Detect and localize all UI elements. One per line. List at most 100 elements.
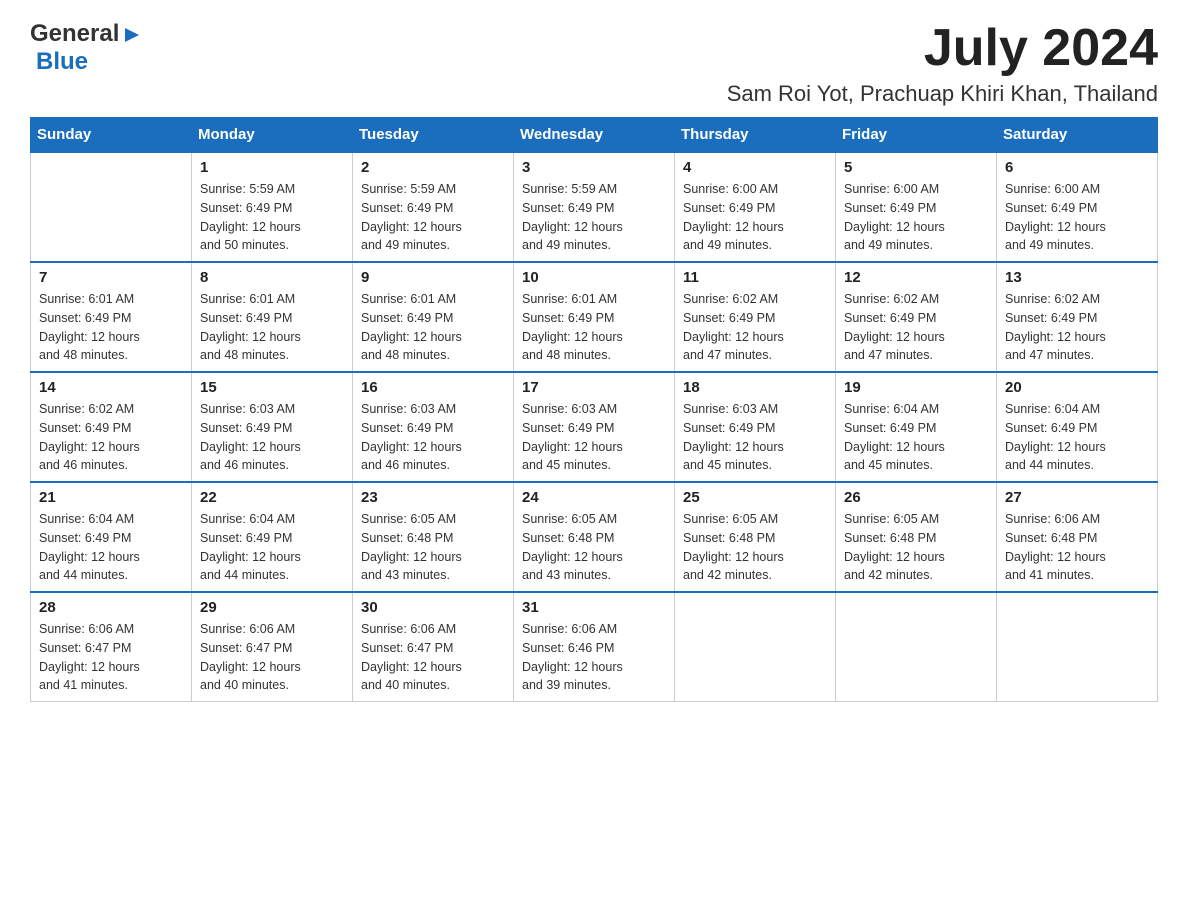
- day-number: 26: [844, 489, 988, 506]
- calendar-cell: 14Sunrise: 6:02 AMSunset: 6:49 PMDayligh…: [31, 372, 192, 482]
- day-number: 9: [361, 269, 505, 286]
- calendar-cell: 28Sunrise: 6:06 AMSunset: 6:47 PMDayligh…: [31, 592, 192, 702]
- calendar-cell: 18 Sunrise: 6:03 AMSunset: 6:49 PMDayligh…: [675, 372, 836, 482]
- calendar-cell: 3 Sunrise: 5:59 AMSunset: 6:49 PMDaylight…: [514, 152, 675, 262]
- logo-general-text: General: [30, 20, 119, 48]
- page-header: General Blue July 2024 Sam Roi Yot, Prac…: [30, 20, 1158, 107]
- day-info: Sunrise: 6:05 AMSunset: 6:48 PMDaylight:…: [361, 510, 505, 585]
- calendar-cell: 23 Sunrise: 6:05 AMSunset: 6:48 PMDayligh…: [353, 482, 514, 592]
- day-header-tuesday: Tuesday: [353, 118, 514, 153]
- day-info: Sunrise: 5:59 AMSunset: 6:49 PMDaylight:…: [522, 180, 666, 255]
- day-number: 29: [200, 599, 344, 616]
- month-title: July 2024: [727, 20, 1158, 77]
- calendar-header-row: SundayMondayTuesdayWednesdayThursdayFrid…: [31, 118, 1158, 153]
- calendar-cell: 1Sunrise: 5:59 AMSunset: 6:49 PMDaylight…: [192, 152, 353, 262]
- calendar-cell: 19Sunrise: 6:04 AMSunset: 6:49 PMDayligh…: [836, 372, 997, 482]
- day-info: Sunrise: 6:06 AMSunset: 6:46 PMDaylight:…: [522, 620, 666, 695]
- day-info: Sunrise: 5:59 AMSunset: 6:49 PMDaylight:…: [361, 180, 505, 255]
- calendar-cell: 9 Sunrise: 6:01 AMSunset: 6:49 PMDaylight…: [353, 262, 514, 372]
- day-number: 20: [1005, 379, 1149, 396]
- day-number: 6: [1005, 159, 1149, 176]
- day-info: Sunrise: 6:06 AMSunset: 6:48 PMDaylight:…: [1005, 510, 1149, 585]
- day-number: 30: [361, 599, 505, 616]
- title-block: July 2024 Sam Roi Yot, Prachuap Khiri Kh…: [727, 20, 1158, 107]
- calendar-cell: 27 Sunrise: 6:06 AMSunset: 6:48 PMDayligh…: [997, 482, 1158, 592]
- calendar-table: SundayMondayTuesdayWednesdayThursdayFrid…: [30, 117, 1158, 702]
- day-info: Sunrise: 6:04 AMSunset: 6:49 PMDaylight:…: [844, 400, 988, 475]
- day-header-sunday: Sunday: [31, 118, 192, 153]
- day-header-monday: Monday: [192, 118, 353, 153]
- day-info: Sunrise: 6:03 AMSunset: 6:49 PMDaylight:…: [200, 400, 344, 475]
- day-info: Sunrise: 6:00 AMSunset: 6:49 PMDaylight:…: [1005, 180, 1149, 255]
- calendar-cell: 7 Sunrise: 6:01 AMSunset: 6:49 PMDaylight…: [31, 262, 192, 372]
- day-number: 23: [361, 489, 505, 506]
- day-number: 28: [39, 599, 183, 616]
- day-info: Sunrise: 5:59 AMSunset: 6:49 PMDaylight:…: [200, 180, 344, 255]
- day-number: 15: [200, 379, 344, 396]
- day-info: Sunrise: 6:06 AMSunset: 6:47 PMDaylight:…: [200, 620, 344, 695]
- day-info: Sunrise: 6:05 AMSunset: 6:48 PMDaylight:…: [683, 510, 827, 585]
- calendar-cell: 4 Sunrise: 6:00 AMSunset: 6:49 PMDaylight…: [675, 152, 836, 262]
- day-number: 24: [522, 489, 666, 506]
- calendar-cell: 20 Sunrise: 6:04 AMSunset: 6:49 PMDayligh…: [997, 372, 1158, 482]
- calendar-cell: 21Sunrise: 6:04 AMSunset: 6:49 PMDayligh…: [31, 482, 192, 592]
- logo: General Blue: [30, 20, 143, 76]
- day-number: 25: [683, 489, 827, 506]
- day-number: 12: [844, 269, 988, 286]
- calendar-cell: 29 Sunrise: 6:06 AMSunset: 6:47 PMDayligh…: [192, 592, 353, 702]
- day-number: 5: [844, 159, 988, 176]
- day-number: 7: [39, 269, 183, 286]
- day-header-friday: Friday: [836, 118, 997, 153]
- day-header-thursday: Thursday: [675, 118, 836, 153]
- day-info: Sunrise: 6:04 AMSunset: 6:49 PMDaylight:…: [1005, 400, 1149, 475]
- week-row-4: 21Sunrise: 6:04 AMSunset: 6:49 PMDayligh…: [31, 482, 1158, 592]
- day-info: Sunrise: 6:01 AMSunset: 6:49 PMDaylight:…: [361, 290, 505, 365]
- week-row-5: 28 Sunrise: 6:06 AMSunset: 6:47 PMDayligh…: [31, 592, 1158, 702]
- week-row-3: 14Sunrise: 6:02 AMSunset: 6:49 PMDayligh…: [31, 372, 1158, 482]
- day-number: 10: [522, 269, 666, 286]
- calendar-cell: 24 Sunrise: 6:05 AMSunset: 6:48 PMDayligh…: [514, 482, 675, 592]
- week-row-2: 7 Sunrise: 6:01 AMSunset: 6:49 PMDaylight…: [31, 262, 1158, 372]
- day-info: Sunrise: 6:05 AMSunset: 6:48 PMDaylight:…: [522, 510, 666, 585]
- day-info: Sunrise: 6:04 AMSunset: 6:49 PMDaylight:…: [39, 510, 183, 585]
- day-info: Sunrise: 6:03 AMSunset: 6:49 PMDaylight:…: [683, 400, 827, 475]
- day-header-saturday: Saturday: [997, 118, 1158, 153]
- calendar-cell: 6 Sunrise: 6:00 AMSunset: 6:49 PMDaylight…: [997, 152, 1158, 262]
- calendar-cell: 8Sunrise: 6:01 AMSunset: 6:49 PMDaylight…: [192, 262, 353, 372]
- day-number: 31: [522, 599, 666, 616]
- calendar-cell: [31, 152, 192, 262]
- day-info: Sunrise: 6:05 AMSunset: 6:48 PMDaylight:…: [844, 510, 988, 585]
- day-info: Sunrise: 6:02 AMSunset: 6:49 PMDaylight:…: [1005, 290, 1149, 365]
- location-title: Sam Roi Yot, Prachuap Khiri Khan, Thaila…: [727, 81, 1158, 107]
- logo-blue-text: Blue: [36, 48, 88, 76]
- day-number: 2: [361, 159, 505, 176]
- calendar-cell: 13 Sunrise: 6:02 AMSunset: 6:49 PMDayligh…: [997, 262, 1158, 372]
- calendar-cell: 16 Sunrise: 6:03 AMSunset: 6:49 PMDayligh…: [353, 372, 514, 482]
- day-info: Sunrise: 6:02 AMSunset: 6:49 PMDaylight:…: [844, 290, 988, 365]
- day-number: 22: [200, 489, 344, 506]
- calendar-cell: 25 Sunrise: 6:05 AMSunset: 6:48 PMDayligh…: [675, 482, 836, 592]
- week-row-1: 1Sunrise: 5:59 AMSunset: 6:49 PMDaylight…: [31, 152, 1158, 262]
- day-info: Sunrise: 6:00 AMSunset: 6:49 PMDaylight:…: [844, 180, 988, 255]
- day-number: 8: [200, 269, 344, 286]
- day-info: Sunrise: 6:02 AMSunset: 6:49 PMDaylight:…: [683, 290, 827, 365]
- day-number: 4: [683, 159, 827, 176]
- calendar-cell: 15 Sunrise: 6:03 AMSunset: 6:49 PMDayligh…: [192, 372, 353, 482]
- calendar-cell: 17 Sunrise: 6:03 AMSunset: 6:49 PMDayligh…: [514, 372, 675, 482]
- calendar-cell: 31 Sunrise: 6:06 AMSunset: 6:46 PMDayligh…: [514, 592, 675, 702]
- calendar-cell: 11Sunrise: 6:02 AMSunset: 6:49 PMDayligh…: [675, 262, 836, 372]
- day-info: Sunrise: 6:01 AMSunset: 6:49 PMDaylight:…: [39, 290, 183, 365]
- day-number: 13: [1005, 269, 1149, 286]
- day-header-wednesday: Wednesday: [514, 118, 675, 153]
- day-info: Sunrise: 6:03 AMSunset: 6:49 PMDaylight:…: [522, 400, 666, 475]
- day-info: Sunrise: 6:00 AMSunset: 6:49 PMDaylight:…: [683, 180, 827, 255]
- day-number: 16: [361, 379, 505, 396]
- calendar-cell: 30 Sunrise: 6:06 AMSunset: 6:47 PMDayligh…: [353, 592, 514, 702]
- calendar-cell: 12 Sunrise: 6:02 AMSunset: 6:49 PMDayligh…: [836, 262, 997, 372]
- day-number: 3: [522, 159, 666, 176]
- day-number: 27: [1005, 489, 1149, 506]
- day-info: Sunrise: 6:06 AMSunset: 6:47 PMDaylight:…: [361, 620, 505, 695]
- day-number: 18: [683, 379, 827, 396]
- day-info: Sunrise: 6:03 AMSunset: 6:49 PMDaylight:…: [361, 400, 505, 475]
- day-number: 17: [522, 379, 666, 396]
